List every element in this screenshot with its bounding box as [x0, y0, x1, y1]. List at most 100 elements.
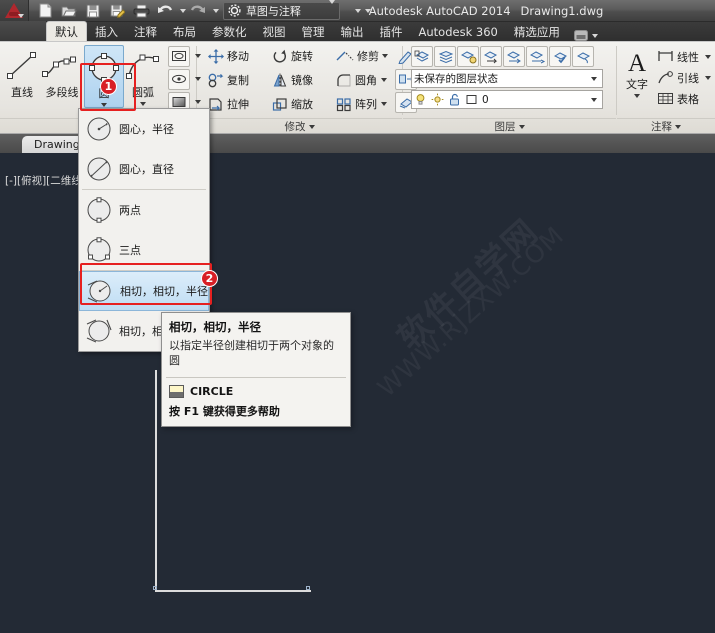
layer-state-chevron-down-icon[interactable]	[587, 76, 600, 81]
current-layer-chevron-down-icon[interactable]	[587, 97, 600, 102]
panel-modify-chevron-down-icon[interactable]	[308, 124, 315, 129]
panel-annotation-chevron-down-icon[interactable]	[675, 124, 681, 129]
layer-isolate-icon[interactable]	[480, 46, 502, 67]
tooltip-description: 以指定半径创建相切于两个对象的圆	[169, 339, 334, 367]
panel-annotation: A 文字 线性 引线 表格 注释	[617, 42, 715, 134]
arc-chevron-down-icon[interactable]	[140, 102, 146, 106]
rotate-button[interactable]: 旋转	[269, 46, 331, 67]
layer-match-icon[interactable]	[572, 46, 594, 67]
tab-autodesk-360[interactable]: Autodesk 360	[411, 22, 506, 41]
trim-button[interactable]: 修剪	[333, 46, 391, 67]
stretch-button[interactable]: 拉伸	[205, 94, 267, 115]
tab-home[interactable]: 默认	[46, 21, 87, 41]
tab-view[interactable]: 视图	[255, 22, 294, 41]
circle-draw-button[interactable]: 圆	[84, 45, 124, 108]
mirror-label: 镜像	[291, 74, 313, 87]
layer-properties-icon[interactable]	[411, 46, 433, 67]
line-draw-button[interactable]: 直线	[4, 45, 40, 100]
color-swatch-icon[interactable]	[465, 93, 478, 106]
menu-item-circle-3point[interactable]: 三点	[79, 230, 209, 270]
leader-chevron-down-icon[interactable]	[702, 67, 713, 88]
tab-featured-apps[interactable]: 精选应用	[506, 22, 568, 41]
leader-button[interactable]: 引线	[654, 67, 715, 88]
workspace-chevron-down-icon[interactable]	[328, 0, 335, 17]
array-button[interactable]: 阵列	[333, 94, 391, 115]
workspace-selector[interactable]: 草图与注释	[222, 0, 340, 20]
trim-chevron-down-icon[interactable]	[382, 46, 388, 67]
undo-icon[interactable]	[156, 2, 175, 19]
linear-dim-chevron-down-icon[interactable]	[702, 46, 713, 67]
trim-icon	[336, 49, 354, 64]
tab-parametric[interactable]: 参数化	[204, 22, 255, 41]
copy-icon	[208, 73, 224, 88]
panel-layers-title[interactable]: 图层	[403, 118, 616, 134]
table-button[interactable]: 表格	[654, 88, 715, 109]
line-endpoint-grip[interactable]	[153, 586, 157, 590]
scale-button[interactable]: 缩放	[269, 94, 331, 115]
ribbon-display-options-icon[interactable]	[568, 30, 604, 41]
menu-item-circle-center-diameter[interactable]: 圆心，直径	[79, 149, 209, 189]
ribbon-options-chevron-down-icon[interactable]	[591, 33, 598, 38]
text-chevron-down-icon[interactable]	[634, 94, 640, 98]
redo-chevron-down-icon[interactable]	[212, 8, 219, 13]
tab-output[interactable]: 输出	[333, 22, 372, 41]
watermark-line-1: 软件自学网	[389, 211, 546, 358]
unlock-icon[interactable]	[448, 93, 461, 106]
polyline-draw-button[interactable]: 多段线	[40, 45, 84, 100]
redo-icon[interactable]	[189, 2, 208, 19]
tooltip-command: CIRCLE	[190, 384, 234, 398]
open-icon[interactable]	[60, 2, 79, 19]
copy-button[interactable]: 复制	[205, 70, 267, 91]
app-menu-chevron-down-icon[interactable]	[17, 13, 24, 18]
layer-state-dropdown[interactable]: 未保存的图层状态	[411, 69, 603, 88]
circle-center-diameter-icon	[86, 156, 112, 182]
drawn-horizontal-line[interactable]	[155, 590, 311, 592]
tab-manage[interactable]: 管理	[294, 22, 333, 41]
application-menu-button[interactable]	[0, 0, 29, 22]
layer-state-value: 未保存的图层状态	[414, 73, 498, 85]
circle-chevron-down-icon[interactable]	[101, 103, 107, 107]
move-button[interactable]: 移动	[205, 46, 267, 67]
tab-insert[interactable]: 插入	[87, 22, 126, 41]
scale-label: 缩放	[291, 98, 313, 111]
sun-icon[interactable]	[431, 93, 444, 106]
new-icon[interactable]	[36, 2, 55, 19]
layer-make-current-icon[interactable]	[549, 46, 571, 67]
tab-plugins[interactable]: 插件	[372, 22, 411, 41]
qat-customize-chevron-icon[interactable]	[354, 8, 361, 13]
layer-off-icon[interactable]	[457, 46, 479, 67]
fillet-chevron-down-icon[interactable]	[380, 70, 388, 91]
modify-row-2: 复制 镜像 圆角	[205, 69, 391, 91]
linear-dimension-button[interactable]: 线性	[654, 46, 715, 67]
text-button[interactable]: A 文字	[623, 45, 651, 98]
trim-label: 修剪	[357, 50, 379, 63]
menu-item-circle-center-radius[interactable]: 圆心，半径	[79, 109, 209, 149]
undo-chevron-down-icon[interactable]	[179, 8, 186, 13]
print-icon[interactable]	[132, 2, 151, 19]
panel-modify-title[interactable]: 修改	[197, 118, 402, 134]
arc-draw-button[interactable]: 圆弧	[124, 45, 162, 106]
ellipse-icon[interactable]	[168, 68, 190, 90]
layer-lock-icon[interactable]	[526, 46, 548, 67]
stretch-icon	[208, 97, 224, 112]
save-icon[interactable]	[84, 2, 103, 19]
hatch-icon[interactable]	[168, 45, 190, 67]
drawn-vertical-line[interactable]	[155, 370, 157, 592]
tab-annotate[interactable]: 注释	[126, 22, 165, 41]
lightbulb-icon[interactable]	[414, 93, 427, 106]
save-as-icon[interactable]	[108, 2, 127, 19]
modify-row-1: 移动 旋转 修剪	[205, 45, 391, 67]
menu-item-circle-2point[interactable]: 两点	[79, 190, 209, 230]
fillet-button[interactable]: 圆角	[333, 70, 391, 91]
layer-freeze-icon[interactable]	[503, 46, 525, 67]
array-chevron-down-icon[interactable]	[380, 94, 388, 115]
current-layer-dropdown[interactable]: 0	[411, 90, 603, 109]
menu-item-circle-ttr[interactable]: 相切，相切，半径	[79, 271, 209, 311]
mirror-button[interactable]: 镜像	[269, 70, 331, 91]
panel-layers-chevron-down-icon[interactable]	[518, 124, 525, 129]
tab-layout[interactable]: 布局	[165, 22, 204, 41]
move-icon	[208, 48, 224, 64]
layer-list-icon[interactable]	[434, 46, 456, 67]
panel-annotation-title[interactable]: 注释	[617, 118, 715, 134]
line-endpoint-grip[interactable]	[306, 586, 310, 590]
